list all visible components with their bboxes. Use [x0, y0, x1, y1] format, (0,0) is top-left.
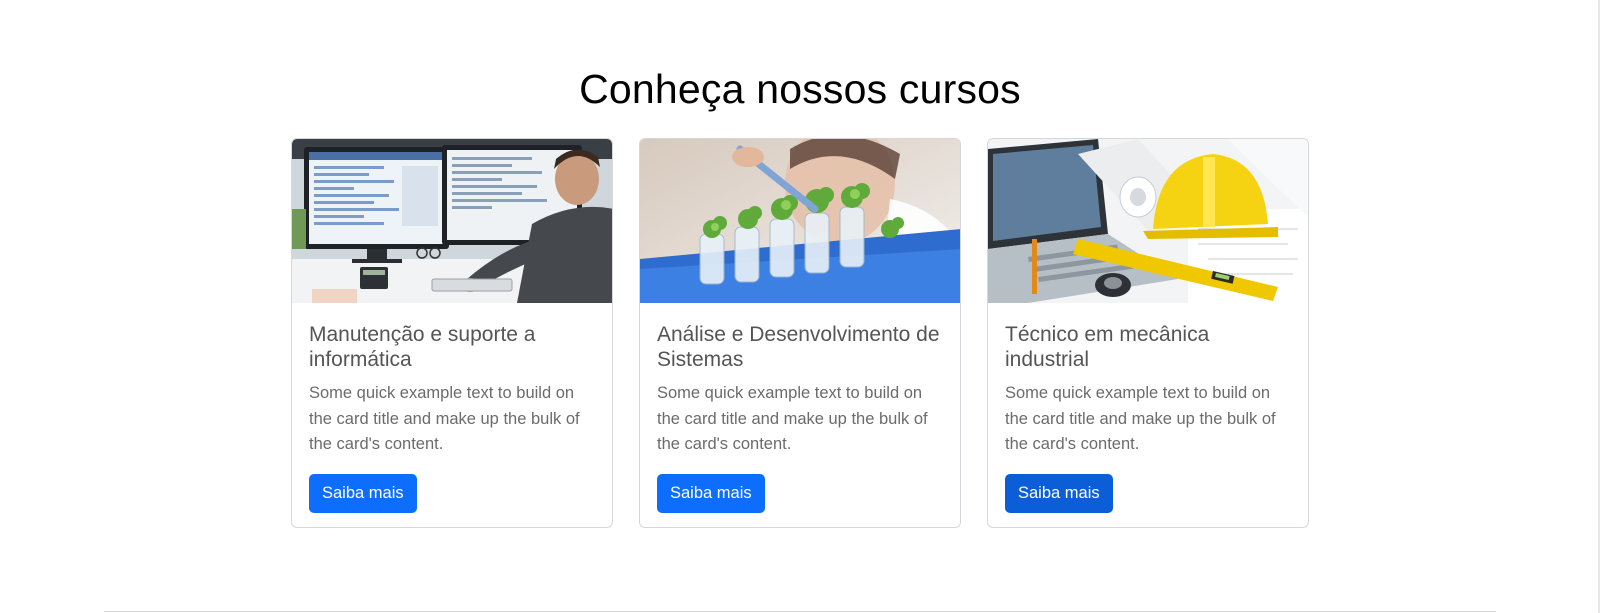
course-card-mecanica: Técnico em mecânica industrial Some quic…	[987, 138, 1309, 528]
lab-plants-image	[640, 139, 960, 303]
card-title: Manutenção e suporte a informática	[309, 323, 536, 371]
engineering-tools-image	[988, 139, 1308, 303]
footer-divider	[104, 611, 1496, 612]
card-text: Some quick example text to build on the …	[309, 384, 580, 453]
card-body: Análise e Desenvolvimento de Sistemas So…	[640, 303, 960, 527]
card-text: Some quick example text to build on the …	[657, 384, 928, 453]
card-title: Análise e Desenvolvimento de Sistemas	[657, 323, 940, 371]
saiba-mais-button[interactable]: Saiba mais	[309, 473, 417, 513]
section-title: Conheça nossos cursos	[579, 66, 1021, 112]
card-title: Técnico em mecânica industrial	[1005, 323, 1210, 371]
course-cards: Manutenção e suporte a informática Some …	[291, 138, 1309, 528]
card-text: Some quick example text to build on the …	[1005, 384, 1276, 453]
card-body: Manutenção e suporte a informática Some …	[292, 303, 612, 527]
saiba-mais-button[interactable]: Saiba mais	[1005, 473, 1113, 513]
page: Conheça nossos cursos Manutenção e supor…	[0, 0, 1600, 613]
card-body: Técnico em mecânica industrial Some quic…	[988, 303, 1308, 527]
course-card-informatica: Manutenção e suporte a informática Some …	[291, 138, 613, 528]
course-card-ads: Análise e Desenvolvimento de Sistemas So…	[639, 138, 961, 528]
saiba-mais-button[interactable]: Saiba mais	[657, 473, 765, 513]
computer-monitors-image	[292, 139, 612, 303]
